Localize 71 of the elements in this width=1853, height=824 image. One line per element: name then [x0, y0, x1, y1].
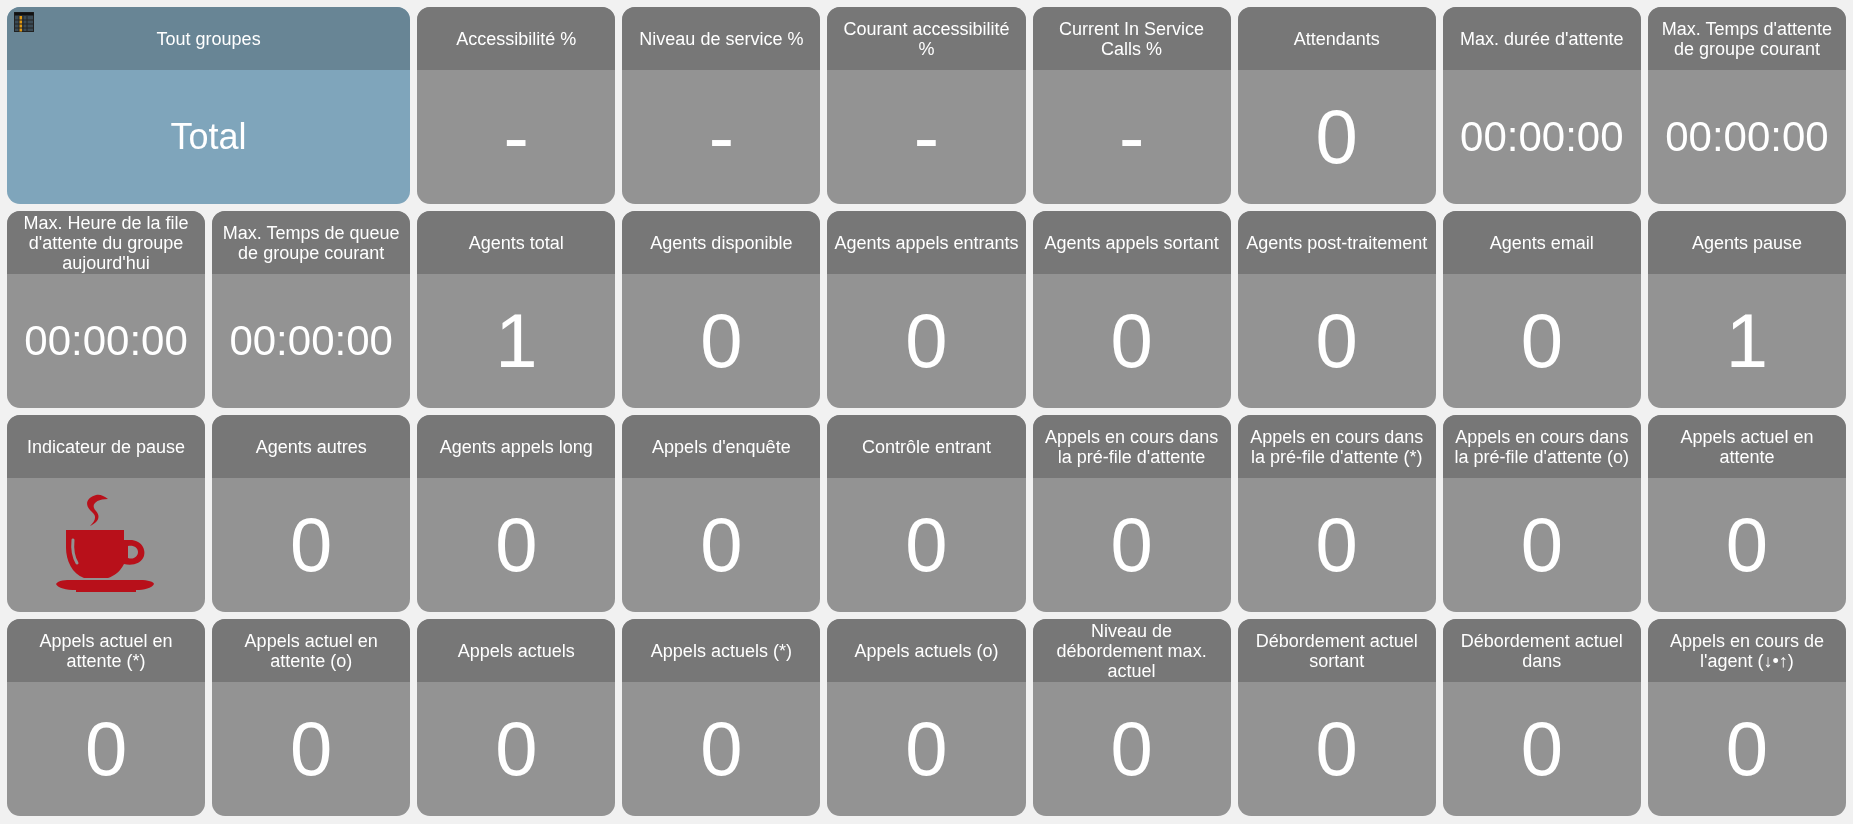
tile-value: 0 — [905, 711, 948, 787]
tile-header: Appels d'enquête — [622, 415, 821, 478]
tile-header: Agents appels long — [417, 415, 616, 478]
tile-value: 0 — [1725, 507, 1769, 583]
tile-value: 0 — [700, 507, 743, 583]
tile-value: 0 — [290, 711, 333, 787]
tile-value: Total — [170, 119, 247, 155]
tile-value: 0 — [495, 711, 538, 787]
tile-header: Agents pause — [1647, 211, 1846, 274]
tile-header: Appels actuel en attente — [1647, 415, 1846, 478]
tile-value: 1 — [495, 303, 538, 379]
tile-header: Débordement actuel sortant — [1237, 619, 1436, 682]
tile-header: Agents appels sortant — [1032, 211, 1231, 274]
tile-value: 0 — [84, 711, 128, 787]
tile-value: 0 — [1315, 303, 1358, 379]
tile-header: Agents total — [417, 211, 616, 274]
tile-value: 0 — [1110, 711, 1153, 787]
tile-header: Appels actuels — [417, 619, 616, 682]
tile-value: - — [503, 99, 529, 175]
tile-value: 0 — [290, 507, 333, 583]
tile-value: - — [708, 99, 735, 175]
tile-header: Appels actuels (*) — [622, 619, 821, 682]
tile-value: 0 — [1110, 507, 1153, 583]
tile-value: 0 — [905, 507, 948, 583]
tile-header: Agents post-traitement — [1237, 211, 1436, 274]
tile-header: Courant accessibilité % — [827, 7, 1026, 70]
tile-header: Tout groupes — [7, 7, 411, 70]
tile-header: Appels en cours dans la pré-file d'attente (o) — [1442, 415, 1641, 478]
tile-value: 0 — [1315, 711, 1358, 787]
group-tile[interactable]: Tout groupes Total — [7, 7, 411, 204]
tile-header: Appels actuel en attente (*) — [7, 619, 206, 682]
tile-header: Max. Temps d'attente de groupe courant — [1647, 7, 1846, 70]
tile-value: - — [913, 99, 940, 175]
tile-header: Agents disponible — [622, 211, 821, 274]
tile-value: 0 — [1315, 507, 1358, 583]
tile-value: 0 — [905, 303, 948, 379]
tile-value: 00:00:00 — [1460, 116, 1624, 158]
tile-value: 0 — [1110, 303, 1153, 379]
tile-header: Max. durée d'attente — [1442, 7, 1641, 70]
tile-header: Current In Service Calls % — [1032, 7, 1231, 70]
tile-value: 0 — [700, 303, 743, 379]
tile-header: Appels en cours de l'agent (↓•↑) — [1647, 619, 1846, 682]
tile-header: Agents appels entrants — [827, 211, 1026, 274]
table-icon — [14, 12, 34, 32]
tile-header: Niveau de service % — [622, 7, 821, 70]
tile-header: Appels en cours dans la pré-file d'attente — [1032, 415, 1231, 478]
tile-header: Appels en cours dans la pré-file d'attente (*) — [1237, 415, 1436, 478]
tile-value: 00:00:00 — [1665, 116, 1829, 158]
tile-header: Appels actuel en attente (o) — [212, 619, 411, 682]
tile-value: 0 — [700, 711, 743, 787]
tile-header: Indicateur de pause — [7, 415, 206, 478]
tile-header: Attendants — [1237, 7, 1436, 70]
tile-header: Max. Temps de queue de groupe courant — [212, 211, 411, 274]
tile-header: Agents autres — [212, 415, 411, 478]
tile-value: 0 — [495, 507, 538, 583]
tile-header: Niveau de débordement max. actuel — [1032, 619, 1231, 682]
tile-value: 00:00:00 — [24, 320, 188, 362]
tile-header: Accessibilité % — [417, 7, 616, 70]
tile-value: - — [1118, 99, 1145, 175]
tile-value: 0 — [1725, 711, 1769, 787]
tile-value: 0 — [1520, 711, 1563, 787]
tile-header: Max. Heure de la file d'attente du groupe aujourd'hui — [7, 211, 206, 274]
tile-value: 0 — [1315, 99, 1358, 175]
tile-value: 1 — [1725, 303, 1769, 379]
tile-value: 00:00:00 — [229, 320, 393, 362]
tile-value: 0 — [1520, 507, 1563, 583]
tile-header: Agents email — [1442, 211, 1641, 274]
tile-header: Contrôle entrant — [827, 415, 1026, 478]
tile-header: Débordement actuel dans — [1442, 619, 1641, 682]
tile-header: Appels actuels (o) — [827, 619, 1026, 682]
tile-value: 0 — [1520, 303, 1563, 379]
